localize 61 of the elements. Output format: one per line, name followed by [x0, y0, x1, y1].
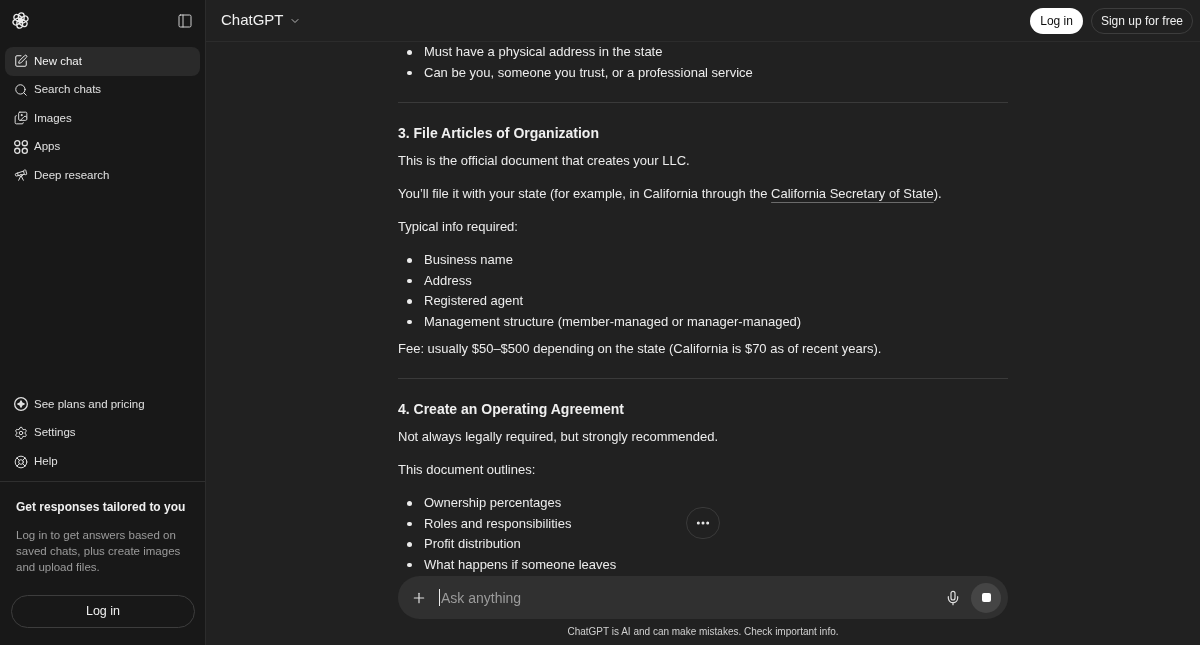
login-button[interactable]: Log in [1030, 7, 1083, 34]
paragraph: You’ll file it with your state (for example, in California through the California Secretary of State). [398, 185, 942, 203]
list-item: Management structure (member-managed or manager-managed) [424, 312, 802, 331]
list-item: Address [424, 271, 472, 290]
more-button[interactable] [686, 507, 720, 539]
square-stop-icon [981, 593, 991, 602]
model-menu-button[interactable]: ChatGPT [213, 5, 309, 36]
bullet-icon [407, 50, 412, 55]
sparkle-badge-icon [14, 397, 28, 412]
paragraph: This document outlines: [398, 461, 536, 479]
paragraph: This is the official document that creates your LLC. [398, 152, 690, 170]
lifebuoy-icon [14, 454, 28, 469]
search-icon [14, 82, 28, 97]
four-circles-icon [14, 139, 28, 154]
message-input[interactable]: Ask anything [441, 586, 945, 609]
list-item: Roles and responsibilities [424, 514, 572, 533]
bullet-icon [407, 542, 412, 547]
bullet-icon [407, 501, 412, 506]
section-heading: 4. Create an Operating Agreement [398, 400, 624, 419]
promo-title: Get responses tailored to you [16, 499, 186, 515]
text-caret-icon [439, 589, 440, 606]
list-item: Must have a physical address in the state [424, 43, 663, 62]
settings-icon [14, 425, 28, 440]
sidebar-item[interactable]: Apps [5, 132, 200, 161]
promo-text: Log in to get answers based on saved chats, plus create images and upload files. [16, 528, 182, 575]
stop-button[interactable] [971, 582, 1001, 613]
list-item: What happens if someone leaves [424, 555, 617, 574]
disclaimer-text: ChatGPT is AI and can make mistakes. Check important info. [567, 625, 839, 639]
bullet-icon [407, 258, 412, 263]
list-item: Profit distribution [424, 535, 521, 554]
link[interactable]: California Secretary of State [771, 186, 934, 201]
panel-icon [177, 12, 193, 29]
sidebar-toggle-button[interactable] [177, 12, 193, 29]
sidebar-item[interactable]: Search chats [5, 75, 200, 104]
bullet-icon [407, 70, 412, 75]
sidebar-item[interactable]: Images [5, 104, 200, 133]
list-item: Can be you, someone you trust, or a professional service [424, 63, 753, 82]
bullet-icon [407, 278, 412, 283]
bullet-icon [407, 299, 412, 304]
paragraph: Typical info required: [398, 218, 518, 236]
pictures-icon [14, 111, 28, 126]
logo-icon[interactable] [12, 12, 29, 29]
sidebar-item[interactable]: See plans and pricing [5, 389, 200, 419]
paragraph: Not always legally required, but strongly recommended. [398, 428, 719, 446]
microphone-icon [945, 589, 961, 606]
list-item: Registered agent [424, 292, 523, 311]
list-item: Ownership percentages [424, 494, 562, 513]
message-field[interactable]: Ask anything [398, 576, 1008, 619]
bullet-icon [407, 521, 412, 526]
sidebar-item[interactable]: Settings [5, 418, 200, 448]
sidebar-item[interactable]: New chat [5, 47, 200, 76]
pencil-square-icon [14, 54, 28, 69]
bullet-icon [407, 562, 412, 567]
telescope-icon [14, 168, 28, 183]
paragraph: Fee: usually $50–$500 depending on the state (California is $70 as of recent years). [398, 340, 882, 358]
list-item: Business name [424, 251, 513, 270]
bullet-icon [407, 319, 412, 324]
section-heading: 3. File Articles of Organization [398, 124, 599, 143]
sidebar-item[interactable]: Help [5, 447, 200, 476]
sidebar-item[interactable]: Deep research [5, 161, 200, 190]
voice-button[interactable] [945, 589, 961, 606]
